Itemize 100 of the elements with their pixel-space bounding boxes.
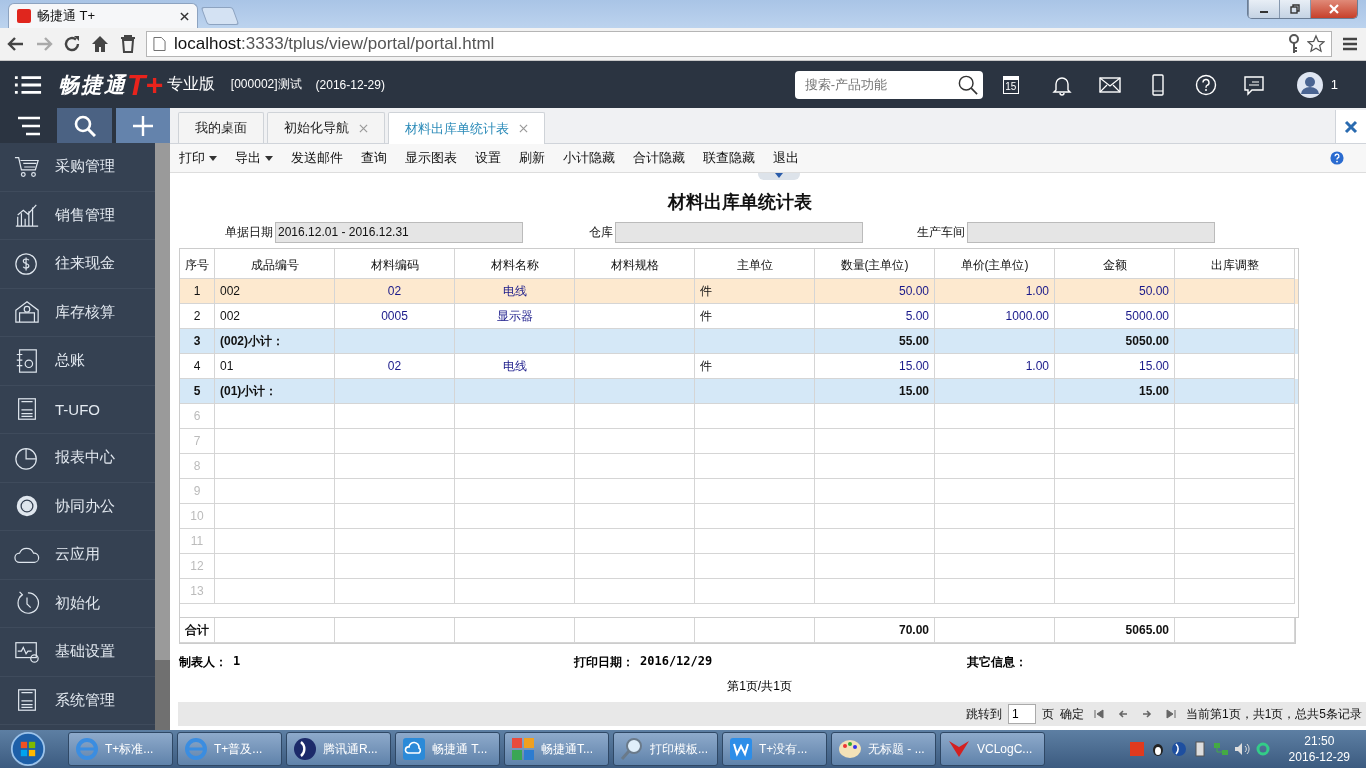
toolbar-button[interactable]: 退出 <box>773 149 799 167</box>
footer-label: 打印日期： <box>574 654 634 671</box>
chat-icon[interactable] <box>1242 73 1265 96</box>
table-cell: 1 <box>180 279 215 304</box>
toolbar-button[interactable]: 显示图表 <box>405 149 457 167</box>
table-cell: 6 <box>180 404 215 429</box>
collapse-handle[interactable] <box>758 173 800 180</box>
table-cell: 9 <box>180 479 215 504</box>
table-row[interactable]: 5 (01)小计： 15.00 15.00 <box>180 379 1298 404</box>
filter-field[interactable]: 2016.12.01 - 2016.12.31 <box>275 222 523 243</box>
browser-tab[interactable]: 畅捷通 T+ <box>8 3 198 28</box>
toolbar-button[interactable]: 打印 <box>179 149 217 167</box>
footer-value: 2016/12/29 <box>640 654 713 670</box>
table-cell: 11 <box>180 529 215 554</box>
close-icon[interactable] <box>180 11 189 21</box>
table-cell: 电线 <box>455 279 575 304</box>
table-row[interactable]: 1 002 02 电线 件 50.00 1.00 50.00 <box>180 279 1298 304</box>
add-button[interactable] <box>116 108 170 143</box>
toolbar-button[interactable]: 查询 <box>361 149 387 167</box>
tab[interactable]: 我的桌面 <box>178 112 264 143</box>
close-icon <box>1328 3 1340 15</box>
table-cell: 1.00 <box>935 279 1055 304</box>
logo-text: 畅捷通 <box>58 71 127 98</box>
restore-icon <box>1289 3 1301 15</box>
menu-icon[interactable] <box>14 73 42 96</box>
record-status: 当前第1页，共1页，总共5条记录 <box>1185 705 1362 723</box>
jump-label: 跳转到 <box>965 705 1002 723</box>
clock-icon <box>14 590 40 617</box>
tab[interactable]: 材料出库单统计表 <box>388 112 545 144</box>
first-page-icon[interactable] <box>1092 708 1105 720</box>
trash-icon[interactable] <box>118 34 138 54</box>
toolbar-button[interactable]: 刷新 <box>519 149 545 167</box>
search-field[interactable]: 搜索-产品功能 <box>794 70 983 99</box>
volume-icon[interactable] <box>1233 741 1250 757</box>
footer-label: 其它信息： <box>967 654 1027 671</box>
dollar-icon <box>14 250 40 277</box>
search-button[interactable] <box>57 108 112 143</box>
toolbar-button[interactable]: 小计隐藏 <box>563 149 615 167</box>
chart-icon <box>14 202 40 229</box>
home-icon[interactable] <box>90 34 110 54</box>
table-cell: 70.00 <box>815 618 935 643</box>
toolbar-button[interactable]: 联查隐藏 <box>703 149 755 167</box>
filter-field[interactable] <box>615 222 863 243</box>
help-icon[interactable] <box>1194 73 1217 96</box>
tab[interactable]: 初始化导航 <box>267 112 385 143</box>
table-row[interactable]: 3 (002)小计： 55.00 5050.00 <box>180 329 1298 354</box>
table-cell: 50.00 <box>1055 279 1175 304</box>
table-cell: 5065.00 <box>1055 618 1175 643</box>
table-cell: 002 <box>215 279 335 304</box>
footer-label: 制表人： <box>179 654 227 671</box>
table-cell: 7 <box>180 429 215 454</box>
table-cell: 5 <box>180 379 215 404</box>
address-bar[interactable]: localhost:3333/tplus/view/portal/portal.html <box>146 31 1332 57</box>
close-icon <box>1344 119 1358 134</box>
reload-icon[interactable] <box>62 34 82 54</box>
footer-value: 1 <box>233 654 241 670</box>
search-icon <box>73 114 96 137</box>
close-button[interactable] <box>1335 110 1366 143</box>
next-page-icon[interactable] <box>1140 708 1153 720</box>
filter-field[interactable] <box>967 222 1215 243</box>
minimize-button[interactable] <box>1248 0 1279 18</box>
last-page-icon[interactable] <box>1164 708 1177 720</box>
user-count: 1 <box>1330 77 1338 92</box>
filter-label: 仓库 <box>589 224 613 241</box>
minimize-icon <box>1260 11 1268 13</box>
ledger-icon <box>14 347 40 374</box>
avatar-icon[interactable] <box>1296 71 1323 98</box>
toolbar-button[interactable]: 合计隐藏 <box>633 149 685 167</box>
account-label: [000002]测试 <box>230 76 302 93</box>
previous-page-icon[interactable] <box>1116 708 1129 720</box>
start-button[interactable] <box>8 731 48 767</box>
table-cell: 10 <box>180 504 215 529</box>
clock[interactable]: 21:50 2016-12-29 <box>1274 733 1362 765</box>
table-cell: 15.00 <box>1055 379 1175 404</box>
sidebar-item[interactable]: 协同办公 <box>0 482 155 531</box>
toolbar-button[interactable]: 导出 <box>235 149 273 167</box>
search-icon[interactable] <box>957 74 978 95</box>
star-icon[interactable] <box>1307 34 1325 54</box>
page-unit: 页 <box>1041 705 1054 723</box>
magnifier-icon <box>620 737 644 761</box>
table-cell: 8 <box>180 454 215 479</box>
toolbar-button[interactable]: 发送邮件 <box>291 149 343 167</box>
report-title: 材料出库单统计表 <box>666 191 813 214</box>
plus-icon <box>132 114 154 137</box>
app-logo-icon <box>17 9 31 23</box>
table-cell: 02 <box>335 279 455 304</box>
page-input[interactable]: 1 <box>1007 704 1036 724</box>
table-cell: 5050.00 <box>1055 329 1175 354</box>
table-cell: 件 <box>695 279 815 304</box>
table-cell: 12 <box>180 554 215 579</box>
toolbar-button[interactable]: 设置 <box>475 149 501 167</box>
confirm-link[interactable]: 确定 <box>1059 705 1084 723</box>
restore-button[interactable] <box>1279 0 1310 18</box>
warehouse-icon <box>14 299 40 326</box>
filter-label: 生产车间 <box>917 224 965 241</box>
table-cell: 合计 <box>180 618 215 643</box>
close-button[interactable] <box>1310 0 1357 18</box>
scrollbar[interactable] <box>155 143 170 730</box>
calendar-icon[interactable]: 15 <box>1002 75 1019 94</box>
browser-tab-title: 畅捷通 T+ <box>37 7 96 25</box>
